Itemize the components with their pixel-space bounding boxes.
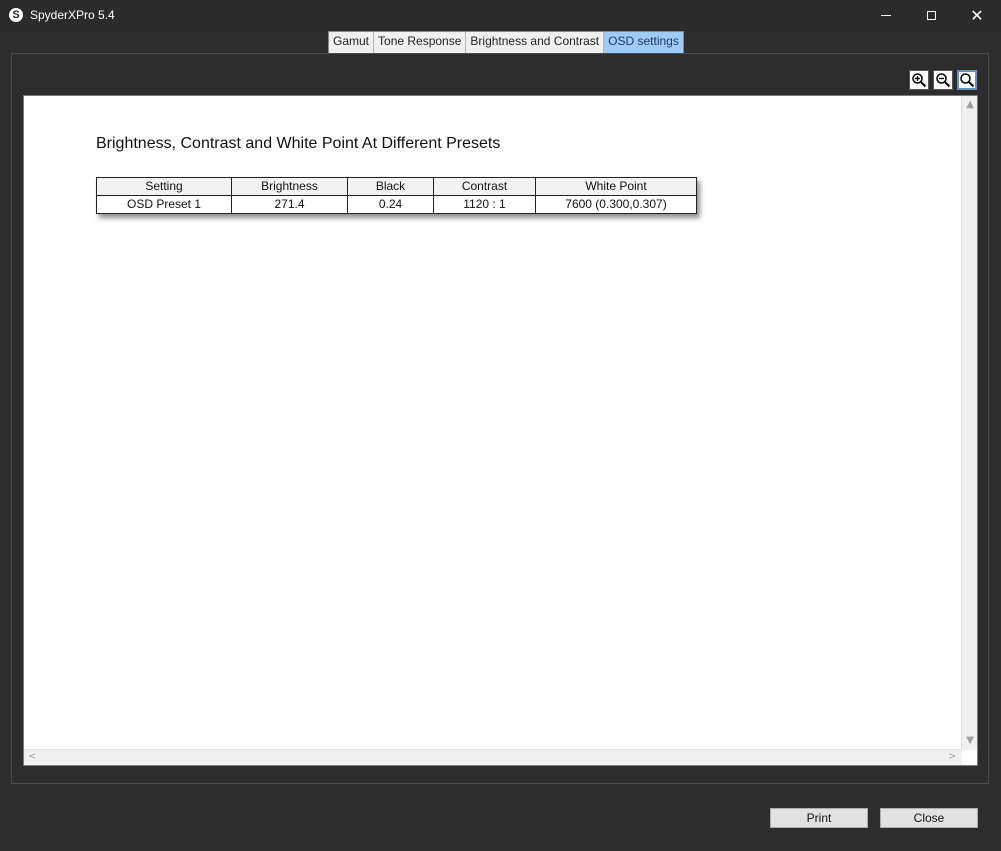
column-header-white-point: White Point — [535, 177, 697, 196]
scroll-down-icon[interactable]: ▼ — [966, 736, 974, 746]
results-table: Setting Brightness Black Contrast White … — [96, 177, 697, 214]
app-window: S SpyderXPro 5.4 ✕ Gamut Tone Response B… — [0, 0, 1001, 851]
title-bar[interactable]: S SpyderXPro 5.4 ✕ — [0, 0, 1001, 31]
horizontal-scrollbar[interactable]: < > — [24, 749, 962, 765]
zoom-fit-icon — [960, 73, 975, 88]
tab-osd-settings[interactable]: OSD settings — [604, 32, 683, 53]
table-row: OSD Preset 1 271.4 0.24 1120 : 1 7600 (0… — [96, 195, 697, 214]
tab-brightness-and-contrast[interactable]: Brightness and Contrast — [466, 32, 605, 53]
report-title: Brightness, Contrast and White Point At … — [96, 135, 501, 152]
close-button[interactable]: Close — [880, 808, 978, 828]
print-button[interactable]: Print — [770, 808, 868, 828]
column-header-setting: Setting — [96, 177, 232, 196]
table-header-row: Setting Brightness Black Contrast White … — [96, 177, 697, 196]
tab-tone-response[interactable]: Tone Response — [374, 32, 467, 53]
app-logo-icon: S — [9, 8, 23, 22]
minimize-button[interactable] — [863, 0, 909, 31]
window-close-button[interactable]: ✕ — [954, 0, 1000, 31]
zoom-fit-button[interactable] — [957, 70, 977, 90]
column-header-brightness: Brightness — [231, 177, 348, 196]
column-header-contrast: Contrast — [433, 177, 536, 196]
zoom-in-button[interactable] — [909, 70, 929, 90]
zoom-in-icon — [912, 73, 927, 88]
maximize-icon — [926, 11, 936, 20]
report-viewer[interactable]: Brightness, Contrast and White Point At … — [23, 95, 978, 766]
scroll-left-icon[interactable]: < — [28, 752, 36, 762]
close-icon: ✕ — [970, 5, 984, 25]
cell-setting: OSD Preset 1 — [96, 195, 232, 214]
zoom-out-icon — [936, 73, 951, 88]
tab-gamut[interactable]: Gamut — [329, 32, 375, 53]
window-title: SpyderXPro 5.4 — [30, 8, 115, 22]
cell-black: 0.24 — [347, 195, 434, 214]
maximize-button[interactable] — [908, 0, 954, 31]
scroll-up-icon[interactable]: ▲ — [966, 100, 974, 110]
cell-brightness: 271.4 — [231, 195, 348, 214]
vertical-scrollbar[interactable]: ▲ ▼ — [961, 96, 977, 751]
cell-contrast: 1120 : 1 — [433, 195, 536, 214]
zoom-out-button[interactable] — [933, 70, 953, 90]
minimize-icon — [881, 15, 891, 16]
cell-white-point: 7600 (0.300,0.307) — [535, 195, 697, 214]
scrollbar-corner — [962, 750, 977, 765]
column-header-black: Black — [347, 177, 434, 196]
tab-bar: Gamut Tone Response Brightness and Contr… — [328, 31, 684, 54]
scroll-right-icon[interactable]: > — [948, 752, 956, 762]
